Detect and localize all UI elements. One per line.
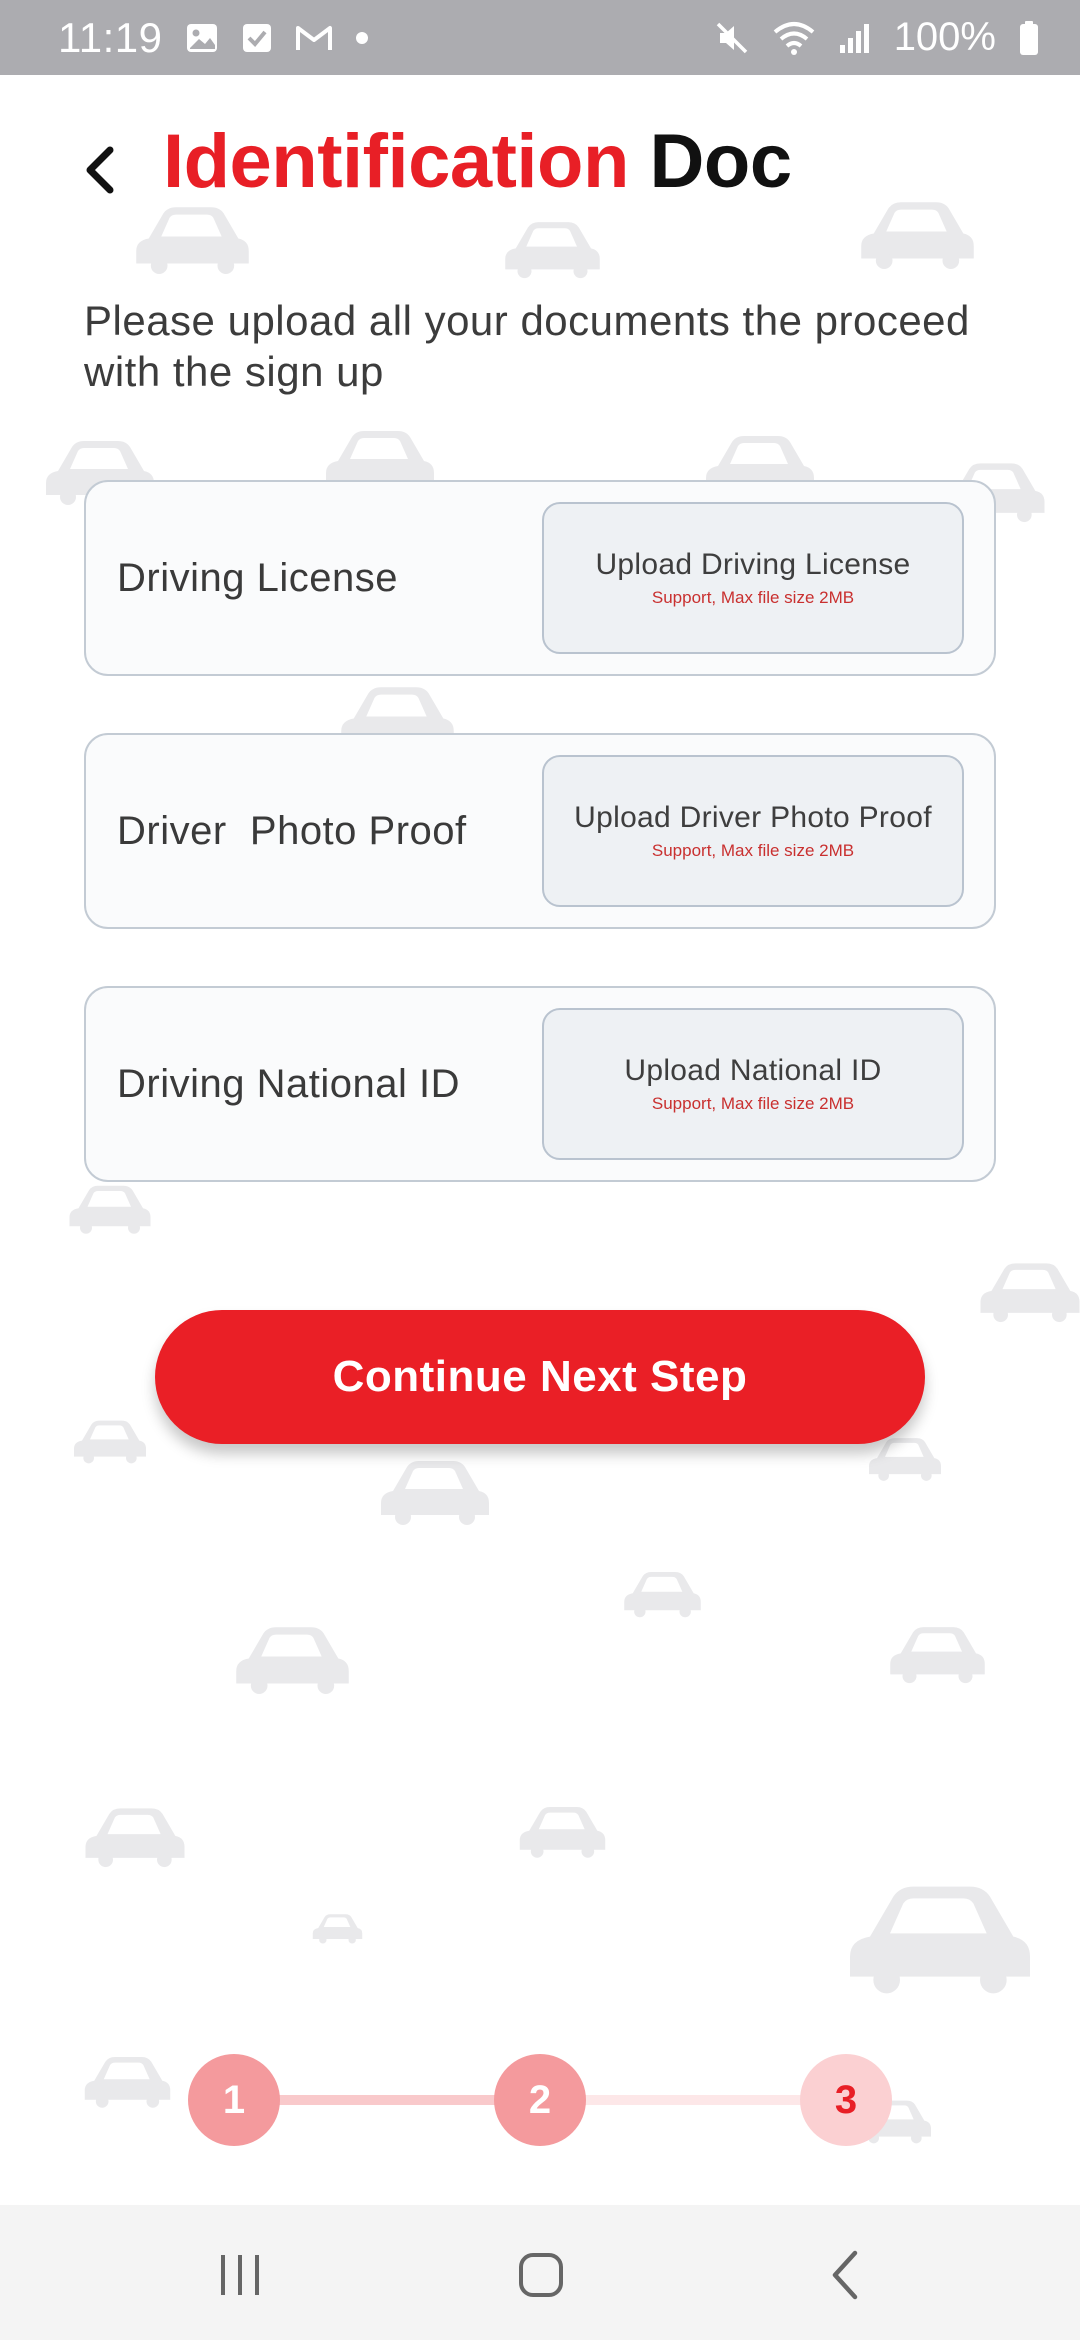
gallery-icon <box>185 21 219 55</box>
document-label: Driving National ID <box>117 1061 460 1106</box>
upload-national-id-button[interactable]: Upload National ID Support, Max file siz… <box>542 1008 964 1160</box>
page-subtitle: Please upload all your documents the pro… <box>84 297 970 395</box>
stepper-step-1: 1 <box>188 2054 280 2146</box>
recent-apps-button[interactable] <box>200 2235 280 2315</box>
document-card-national-id: Driving National ID Upload National ID S… <box>84 986 996 1182</box>
document-label: Driving License <box>117 555 398 600</box>
upload-driver-photo-proof-button[interactable]: Upload Driver Photo Proof Support, Max f… <box>542 755 964 907</box>
status-bar: 11:19 100% <box>0 0 1080 75</box>
page-title: Identification Doc <box>163 118 792 205</box>
status-left: 11:19 <box>58 14 369 62</box>
status-time: 11:19 <box>58 13 163 61</box>
battery-percent: 100% <box>893 15 996 59</box>
home-button[interactable] <box>501 2235 581 2315</box>
status-right: 100% <box>714 15 1040 60</box>
document-label: Driver Photo Proof <box>117 808 467 853</box>
upload-title: Upload Driver Photo Proof <box>574 801 932 834</box>
back-icon <box>832 2250 858 2300</box>
system-back-button[interactable] <box>805 2235 885 2315</box>
signal-icon <box>838 21 872 55</box>
dot-icon <box>355 31 369 45</box>
document-card-driver-photo-proof: Driver Photo Proof Upload Driver Photo P… <box>84 733 996 929</box>
upload-hint: Support, Max file size 2MB <box>651 841 855 860</box>
upload-hint: Support, Max file size 2MB <box>651 588 855 607</box>
mute-icon <box>714 20 750 56</box>
continue-next-step-button[interactable]: Continue Next Step <box>155 1310 925 1444</box>
stepper-step-3-current: 3 <box>800 2054 892 2146</box>
checkbox-icon <box>241 22 273 54</box>
upload-driving-license-button[interactable]: Upload Driving License Support, Max file… <box>542 502 964 654</box>
upload-hint: Support, Max file size 2MB <box>651 1094 855 1113</box>
battery-icon <box>1018 20 1040 56</box>
stepper-step-2: 2 <box>494 2054 586 2146</box>
gmail-icon <box>295 22 333 54</box>
wifi-icon <box>772 20 816 56</box>
home-icon <box>519 2253 563 2297</box>
chevron-left-icon <box>86 146 114 194</box>
page-title-highlight: Identification <box>163 119 629 204</box>
upload-title: Upload Driving License <box>595 548 911 581</box>
document-card-driving-license: Driving License Upload Driving License S… <box>84 480 996 676</box>
upload-title: Upload National ID <box>624 1054 882 1087</box>
page-title-rest: Doc <box>628 119 793 204</box>
system-nav-bar <box>0 2205 1080 2340</box>
back-button[interactable] <box>70 140 130 200</box>
recent-apps-icon <box>221 2255 259 2295</box>
screen: 11:19 100% Identification Doc Please upl… <box>0 0 1080 2340</box>
